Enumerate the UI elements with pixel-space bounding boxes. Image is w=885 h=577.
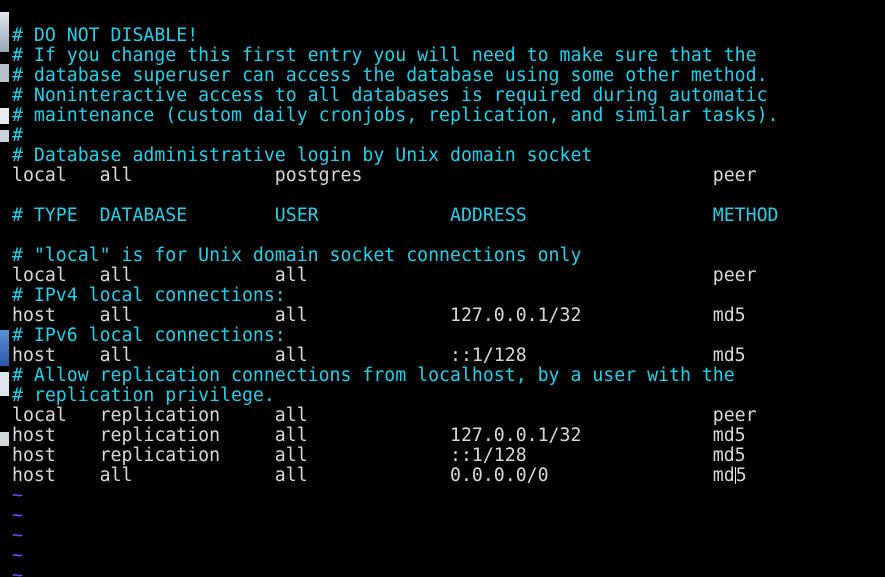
comment-line: # maintenance (custom daily cronjobs, re… <box>12 105 779 126</box>
empty-line-marker: ~ <box>12 485 23 506</box>
config-line: host replication all 127.0.0.1/32 md5 <box>12 425 746 446</box>
comment-line: # Noninteractive access to all databases… <box>12 85 768 106</box>
comment-line: # replication privilege. <box>12 385 275 406</box>
comment-line: # IPv6 local connections: <box>12 325 286 346</box>
terminal-window[interactable]: # DO NOT DISABLE! # If you change this fi… <box>0 0 885 577</box>
comment-line: # database superuser can access the data… <box>12 65 768 86</box>
background-window-fragment <box>0 432 9 446</box>
comment-line: # "local" is for Unix domain socket conn… <box>12 245 582 266</box>
background-window-fragment <box>0 12 9 52</box>
comment-line: # If you change this first entry you wil… <box>12 45 757 66</box>
background-window-fragment <box>0 330 9 366</box>
config-line: host all all ::1/128 md5 <box>12 345 746 366</box>
comment-line: # DO NOT DISABLE! <box>12 25 199 46</box>
empty-line-marker: ~ <box>12 545 23 566</box>
comment-line: # Allow replication connections from loc… <box>12 365 735 386</box>
config-line: local all postgres peer <box>12 165 757 186</box>
line-text-after-cursor: 5 <box>735 465 747 486</box>
config-line: host all all 127.0.0.1/32 md5 <box>12 305 746 326</box>
comment-line: # TYPE DATABASE USER ADDRESS METHOD <box>12 205 779 226</box>
empty-line-marker: ~ <box>12 525 23 546</box>
comment-line: # <box>12 125 23 146</box>
background-window-fragment <box>0 130 9 142</box>
config-line: local all all peer <box>12 265 757 286</box>
config-line: host all all 0.0.0.0/0 md5 <box>12 466 779 486</box>
empty-line-marker: ~ <box>12 505 23 526</box>
background-window-fragment <box>0 372 9 396</box>
config-line: host replication all ::1/128 md5 <box>12 445 746 466</box>
config-line: local replication all peer <box>12 405 757 426</box>
background-window-fragment <box>0 64 9 82</box>
empty-line-marker: ~ <box>12 565 23 577</box>
line-text-before-cursor: host all all 0.0.0.0/0 md <box>12 465 735 486</box>
editor-text-area[interactable]: # DO NOT DISABLE! # If you change this fi… <box>12 26 779 577</box>
comment-line: # Database administrative login by Unix … <box>12 145 593 166</box>
background-window-edge <box>0 0 9 577</box>
comment-line: # IPv4 local connections: <box>12 285 286 306</box>
background-window-fragment <box>0 108 9 124</box>
